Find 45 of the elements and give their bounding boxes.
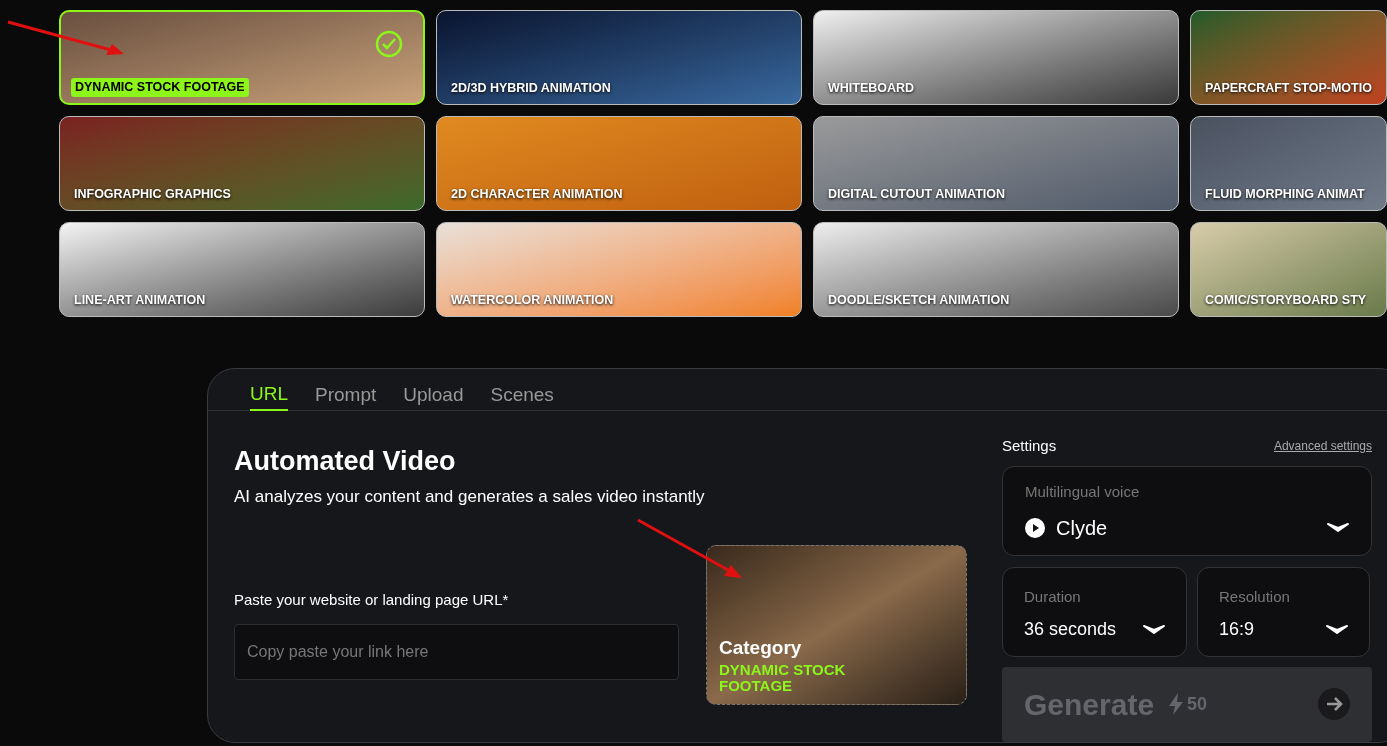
chevron-down-icon xyxy=(1326,623,1348,636)
style-label: WATERCOLOR ANIMATION xyxy=(450,292,615,310)
check-icon xyxy=(375,30,403,58)
style-label: 2D CHARACTER ANIMATION xyxy=(450,186,624,204)
lightning-icon xyxy=(1168,693,1185,715)
category-preview-card[interactable]: Category DYNAMIC STOCK FOOTAGE xyxy=(706,545,967,705)
voice-select[interactable]: Multilingual voice Clyde xyxy=(1002,465,1372,556)
tab[interactable]: Upload xyxy=(403,379,464,411)
url-input-field[interactable]: Copy paste your link here xyxy=(234,623,679,680)
style-label: FLUID MORPHING ANIMAT xyxy=(1204,186,1366,204)
duration-select[interactable]: Duration 36 seconds xyxy=(1002,566,1187,657)
tab[interactable]: URL xyxy=(250,379,288,411)
chevron-down-icon xyxy=(1143,623,1165,636)
style-card[interactable]: PAPERCRAFT STOP-MOTIO xyxy=(1190,10,1387,105)
style-card[interactable]: 2D/3D HYBRID ANIMATION xyxy=(436,10,802,105)
style-label: DOODLE/SKETCH ANIMATION xyxy=(827,292,1011,310)
chevron-down-icon xyxy=(1327,522,1349,534)
style-card[interactable]: 2D CHARACTER ANIMATION xyxy=(436,116,802,211)
advanced-settings-link[interactable]: Advanced settings xyxy=(1273,437,1372,456)
style-label: 2D/3D HYBRID ANIMATION xyxy=(450,80,612,98)
style-card[interactable]: COMIC/STORYBOARD STY xyxy=(1190,222,1387,317)
play-icon[interactable] xyxy=(1025,518,1045,538)
style-card[interactable]: DIGITAL CUTOUT ANIMATION xyxy=(813,116,1179,211)
url-label: Paste your website or landing page URL* xyxy=(234,590,510,610)
settings-title: Settings xyxy=(1002,436,1057,456)
tab[interactable]: Scenes xyxy=(490,379,554,411)
subheading: AI analyzes your content and generates a sales video instantly xyxy=(234,485,706,508)
style-label: DIGITAL CUTOUT ANIMATION xyxy=(827,186,1007,204)
style-card[interactable]: DOODLE/SKETCH ANIMATION xyxy=(813,222,1179,317)
style-card[interactable]: INFOGRAPHIC GRAPHICS xyxy=(59,116,425,211)
style-label: PAPERCRAFT STOP-MOTIO xyxy=(1204,80,1373,98)
style-label: DYNAMIC STOCK FOOTAGE xyxy=(71,78,249,97)
tab[interactable]: Prompt xyxy=(315,379,377,411)
style-label: WHITEBOARD xyxy=(827,80,916,98)
style-card[interactable]: DYNAMIC STOCK FOOTAGE xyxy=(59,10,425,105)
heading: Automated Video xyxy=(234,445,457,478)
style-label: INFOGRAPHIC GRAPHICS xyxy=(73,186,232,204)
category-value: DYNAMIC STOCK FOOTAGE xyxy=(719,662,847,694)
style-card[interactable]: LINE-ART ANIMATION xyxy=(59,222,425,317)
resolution-select[interactable]: Resolution 16:9 xyxy=(1197,566,1370,657)
style-label: COMIC/STORYBOARD STY xyxy=(1204,292,1368,310)
category-title: Category xyxy=(719,635,803,660)
arrow-right-icon xyxy=(1318,688,1350,720)
style-card[interactable]: FLUID MORPHING ANIMAT xyxy=(1190,116,1387,211)
style-label: LINE-ART ANIMATION xyxy=(73,292,207,310)
